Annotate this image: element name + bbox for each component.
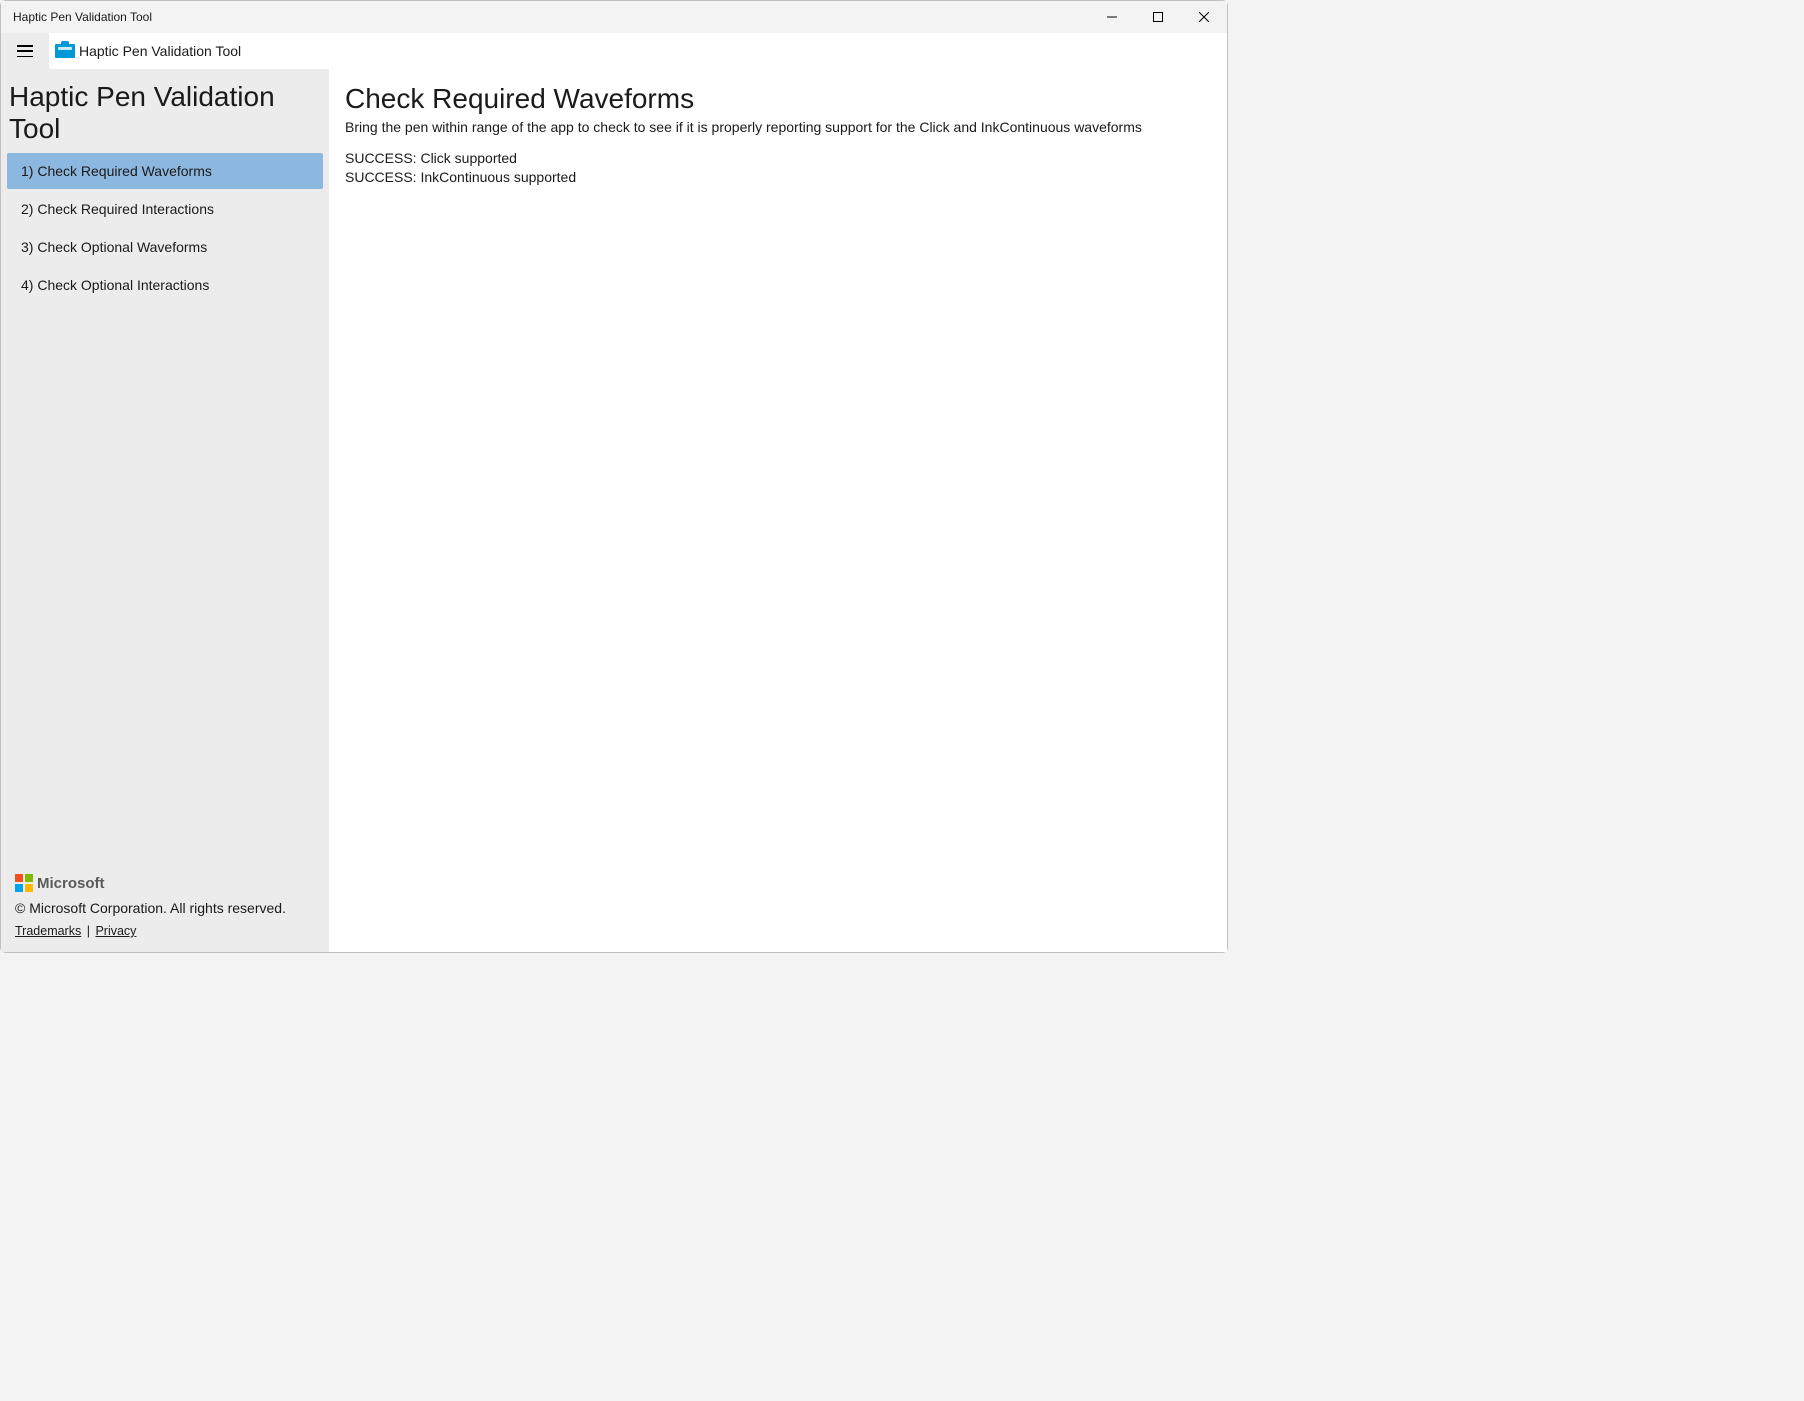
minimize-button[interactable] [1089, 1, 1135, 33]
microsoft-logo-icon [15, 874, 33, 892]
privacy-link[interactable]: Privacy [95, 924, 136, 938]
close-icon [1199, 12, 1209, 22]
microsoft-brand-text: Microsoft [37, 875, 105, 892]
sidebar-footer: Microsoft © Microsoft Corporation. All r… [1, 864, 329, 952]
microsoft-brand-row: Microsoft [15, 874, 315, 892]
trademarks-link[interactable]: Trademarks [15, 924, 81, 938]
footer-links: Trademarks | Privacy [15, 924, 315, 938]
page-description: Bring the pen within range of the app to… [345, 119, 1211, 135]
toolbox-icon [55, 44, 75, 58]
maximize-button[interactable] [1135, 1, 1181, 33]
hamburger-icon [17, 45, 33, 57]
window-controls [1089, 1, 1227, 33]
app-header-title: Haptic Pen Validation Tool [79, 43, 241, 59]
result-line: SUCCESS: Click supported [345, 149, 1211, 168]
main-content: Check Required Waveforms Bring the pen w… [329, 69, 1227, 952]
app-header: Haptic Pen Validation Tool [1, 33, 1227, 69]
copyright-text: © Microsoft Corporation. All rights rese… [15, 900, 315, 916]
hamburger-menu-button[interactable] [1, 33, 49, 69]
maximize-icon [1153, 12, 1163, 22]
minimize-icon [1107, 12, 1117, 22]
nav-item-optional-interactions[interactable]: 4) Check Optional Interactions [7, 267, 323, 303]
nav-item-required-waveforms[interactable]: 1) Check Required Waveforms [7, 153, 323, 189]
window-titlebar: Haptic Pen Validation Tool [1, 1, 1227, 33]
footer-link-separator: | [87, 924, 90, 938]
result-line: SUCCESS: InkContinuous supported [345, 168, 1211, 187]
nav-item-optional-waveforms[interactable]: 3) Check Optional Waveforms [7, 229, 323, 265]
nav-item-required-interactions[interactable]: 2) Check Required Interactions [7, 191, 323, 227]
sidebar: Haptic Pen Validation Tool 1) Check Requ… [1, 69, 329, 952]
page-title: Check Required Waveforms [345, 83, 1211, 115]
nav-list: 1) Check Required Waveforms 2) Check Req… [1, 153, 329, 305]
close-button[interactable] [1181, 1, 1227, 33]
window-title: Haptic Pen Validation Tool [13, 10, 1089, 24]
sidebar-heading: Haptic Pen Validation Tool [1, 69, 329, 153]
